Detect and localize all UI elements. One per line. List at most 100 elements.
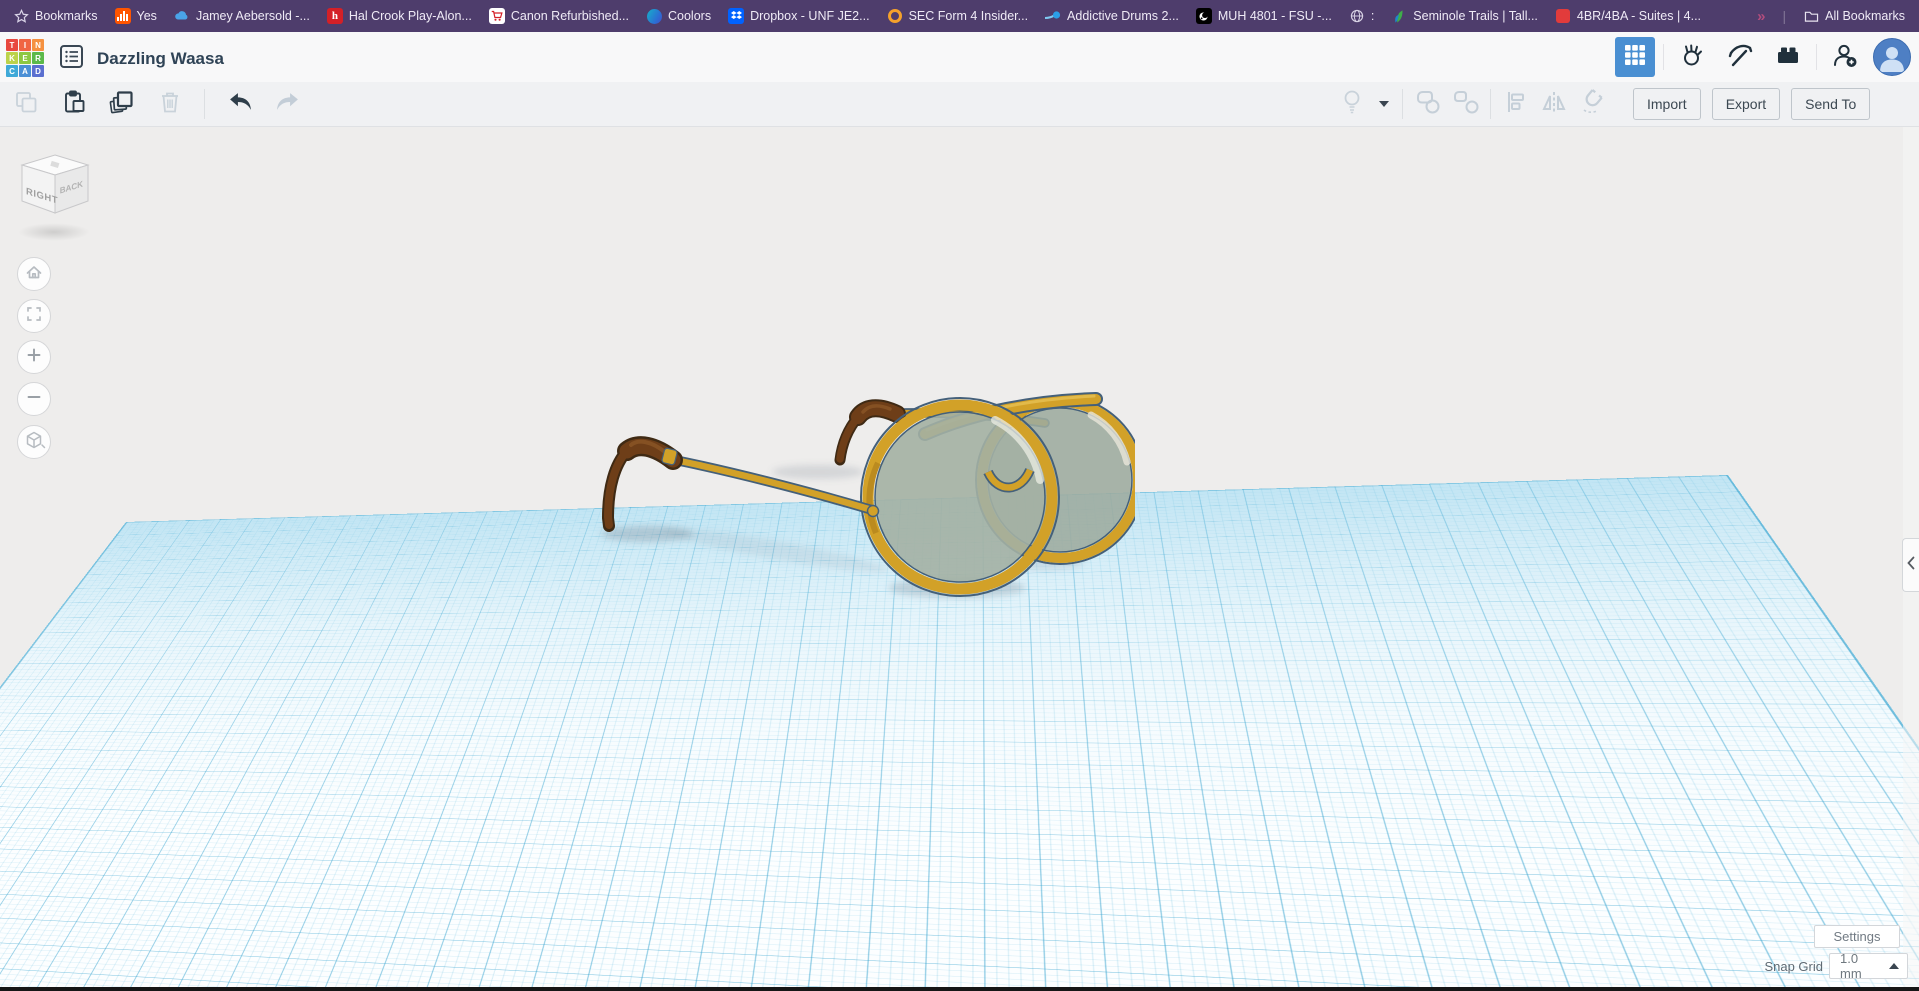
blocks-mode-button[interactable]	[1720, 37, 1760, 77]
swirl-icon	[1196, 8, 1212, 24]
minus-icon	[17, 380, 51, 419]
pickaxe-icon	[1726, 41, 1754, 74]
header-divider	[1816, 44, 1817, 70]
ungroup-icon	[1452, 88, 1480, 121]
bookmark-item-4br4ba[interactable]: 4BR/4BA - Suites | 4...	[1555, 8, 1701, 24]
bookmark-item-muh-fsu[interactable]: MUH 4801 - FSU -...	[1196, 8, 1332, 24]
bookmark-item-seminole-trails[interactable]: Seminole Trails | Tall...	[1391, 8, 1538, 24]
mirror-button[interactable]	[1540, 91, 1567, 118]
tinkercad-logo[interactable]: T I N K E R C A D	[6, 39, 44, 77]
align-icon	[1503, 89, 1529, 120]
avatar[interactable]	[1873, 38, 1911, 76]
zoom-out-button[interactable]	[17, 382, 51, 416]
bookmark-label: 4BR/4BA - Suites | 4...	[1577, 9, 1701, 23]
logo-letter: T	[6, 39, 18, 51]
letter-h-icon: h	[327, 8, 343, 24]
fit-view-button[interactable]	[17, 299, 51, 333]
design-title: Dazzling Waasa	[97, 49, 224, 69]
toolbar-divider	[1402, 89, 1403, 119]
bookmark-item-coolors[interactable]: Coolors	[646, 8, 711, 24]
glasses-3d-model[interactable]	[575, 382, 1135, 682]
bookmark-label: SEC Form 4 Insider...	[909, 9, 1028, 23]
invite-collaborator-button[interactable]	[1825, 37, 1865, 77]
duplicate-button[interactable]	[108, 91, 135, 118]
bookmark-item-addictive-drums[interactable]: Addictive Drums 2...	[1045, 8, 1179, 24]
copy-icon	[13, 89, 39, 120]
group-button[interactable]	[1414, 91, 1441, 118]
bookmark-label: Seminole Trails | Tall...	[1413, 9, 1538, 23]
globe-icon	[1349, 8, 1365, 24]
perspective-toggle-button[interactable]	[17, 425, 51, 459]
group-icon	[1414, 88, 1442, 121]
delete-button[interactable]	[156, 91, 183, 118]
chevron-down-icon	[1379, 101, 1389, 107]
bookmark-label: Canon Refurbished...	[511, 9, 629, 23]
sim-lab-button[interactable]	[1672, 37, 1712, 77]
bookmark-item-dropbox[interactable]: Dropbox - UNF JE2...	[728, 8, 869, 24]
light-options-dropdown[interactable]	[1376, 91, 1391, 118]
workplane-light-button[interactable]	[1338, 91, 1365, 118]
logo-letter: N	[32, 39, 44, 51]
chevron-left-icon	[1907, 556, 1915, 575]
undo-button[interactable]	[226, 91, 253, 118]
bookmark-item-sec-form[interactable]: SEC Form 4 Insider...	[887, 8, 1028, 24]
trails-icon	[1391, 8, 1407, 24]
duplicate-icon	[108, 88, 135, 120]
paste-button[interactable]	[60, 91, 87, 118]
all-bookmarks-button[interactable]: All Bookmarks	[1803, 8, 1905, 24]
paste-icon	[61, 89, 87, 120]
bookmark-item-jamey[interactable]: Jamey Aebersold -...	[174, 8, 310, 24]
logo-letter: I	[19, 39, 31, 51]
viewport-3d-canvas[interactable]: RIGHT BACK Settings Snap Grid	[0, 127, 1919, 987]
toolbar-divider	[1490, 89, 1491, 119]
send-to-button[interactable]: Send To	[1791, 88, 1870, 120]
trash-icon	[157, 89, 183, 120]
red-square-icon	[1555, 8, 1571, 24]
design-properties-icon[interactable]	[59, 44, 84, 69]
zoom-in-button[interactable]	[17, 340, 51, 374]
bookmarks-overflow-chevron[interactable]: »	[1757, 8, 1765, 25]
dropbox-icon	[728, 8, 744, 24]
copy-button[interactable]	[12, 91, 39, 118]
redo-button[interactable]	[274, 91, 301, 118]
perspective-cube-icon	[17, 423, 51, 462]
bookmark-item-colon[interactable]: :	[1349, 8, 1374, 24]
toolbar-right: Import Export Send To	[1338, 82, 1870, 126]
toolbar-divider	[204, 89, 205, 119]
bookmark-label: Bookmarks	[35, 9, 98, 23]
settings-button[interactable]: Settings	[1814, 925, 1900, 948]
bookmark-label: Coolors	[668, 9, 711, 23]
export-button[interactable]: Export	[1712, 88, 1780, 120]
bookmark-item-canon[interactable]: Canon Refurbished...	[489, 8, 629, 24]
dashboard-grid-button[interactable]	[1615, 37, 1655, 77]
home-icon	[17, 255, 51, 294]
bricks-mode-button[interactable]	[1768, 37, 1808, 77]
ungroup-button[interactable]	[1452, 91, 1479, 118]
all-bookmarks-label: All Bookmarks	[1825, 9, 1905, 23]
toolbar-left	[12, 82, 301, 126]
align-button[interactable]	[1502, 91, 1529, 118]
bookmark-item-yes[interactable]: Yes	[115, 8, 157, 24]
logo-letter: C	[6, 65, 18, 77]
header-actions	[1615, 32, 1911, 82]
hand-icon	[1678, 41, 1706, 74]
coolors-icon	[646, 8, 662, 24]
snap-magnet-button[interactable]	[1578, 91, 1605, 118]
snap-grid-dropdown[interactable]: 1.0 mm	[1829, 953, 1908, 979]
panel-collapse-tab[interactable]	[1902, 538, 1919, 592]
grid-icon	[1623, 43, 1647, 72]
folder-icon	[1803, 8, 1819, 24]
logo-letter: A	[19, 65, 31, 77]
logo-letter: K	[6, 52, 18, 64]
person-add-icon	[1831, 41, 1859, 74]
bookmark-item-hal-crook[interactable]: h Hal Crook Play-Alon...	[327, 8, 472, 24]
soundcloud-icon	[115, 8, 131, 24]
bookmark-item-bookmarks[interactable]: Bookmarks	[13, 8, 98, 24]
magnet-icon	[1578, 88, 1606, 121]
import-button[interactable]: Import	[1633, 88, 1701, 120]
bookmark-label: Dropbox - UNF JE2...	[750, 9, 869, 23]
bookmarks-separator: |	[1782, 8, 1786, 24]
home-view-button[interactable]	[17, 257, 51, 291]
bookmark-label: Yes	[137, 9, 157, 23]
fit-view-icon	[17, 297, 51, 336]
